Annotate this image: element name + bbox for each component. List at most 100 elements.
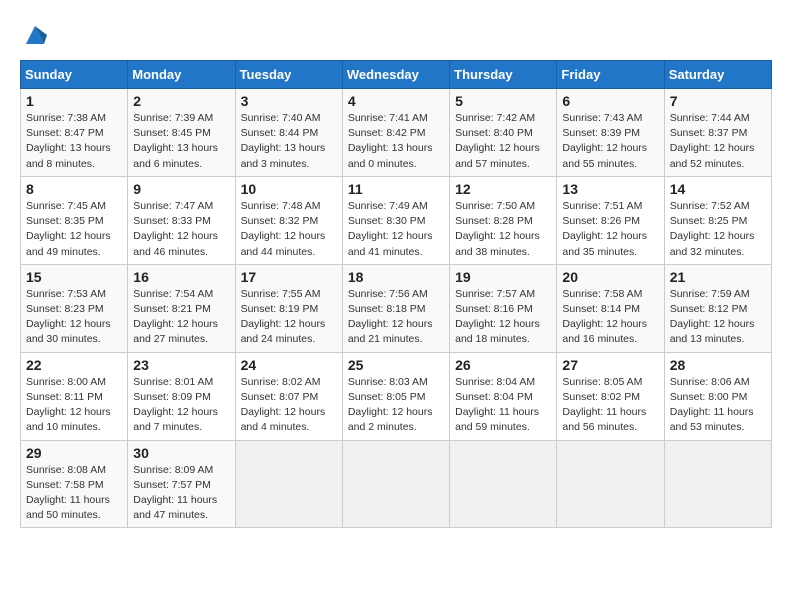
calendar-day: 13 Sunrise: 7:51 AMSunset: 8:26 PMDayligh…	[557, 176, 664, 264]
calendar-day: 27 Sunrise: 8:05 AMSunset: 8:02 PMDayligh…	[557, 352, 664, 440]
day-detail: Sunrise: 7:51 AMSunset: 8:26 PMDaylight:…	[562, 199, 658, 260]
calendar-day: 18 Sunrise: 7:56 AMSunset: 8:18 PMDayligh…	[342, 264, 449, 352]
day-detail: Sunrise: 7:58 AMSunset: 8:14 PMDaylight:…	[562, 287, 658, 348]
day-detail: Sunrise: 7:42 AMSunset: 8:40 PMDaylight:…	[455, 111, 551, 172]
day-number: 9	[133, 181, 229, 197]
empty-cell	[342, 440, 449, 528]
day-number: 14	[670, 181, 766, 197]
day-detail: Sunrise: 8:09 AMSunset: 7:57 PMDaylight:…	[133, 463, 229, 524]
calendar-day: 29Sunrise: 8:08 AMSunset: 7:58 PMDayligh…	[21, 440, 128, 528]
calendar-day: 23Sunrise: 8:01 AMSunset: 8:09 PMDayligh…	[128, 352, 235, 440]
day-detail: Sunrise: 8:02 AMSunset: 8:07 PMDaylight:…	[241, 375, 337, 436]
day-detail: Sunrise: 7:53 AMSunset: 8:23 PMDaylight:…	[26, 287, 122, 348]
calendar-week-row: 8 Sunrise: 7:45 AMSunset: 8:35 PMDaylight…	[21, 176, 772, 264]
day-detail: Sunrise: 7:48 AMSunset: 8:32 PMDaylight:…	[241, 199, 337, 260]
day-number: 3	[241, 93, 337, 109]
day-detail: Sunrise: 7:56 AMSunset: 8:18 PMDaylight:…	[348, 287, 444, 348]
empty-cell	[664, 440, 771, 528]
day-detail: Sunrise: 7:38 AMSunset: 8:47 PMDaylight:…	[26, 111, 122, 172]
day-number: 10	[241, 181, 337, 197]
col-header-saturday: Saturday	[664, 61, 771, 89]
col-header-monday: Monday	[128, 61, 235, 89]
day-detail: Sunrise: 7:40 AMSunset: 8:44 PMDaylight:…	[241, 111, 337, 172]
day-number: 5	[455, 93, 551, 109]
calendar-day: 14 Sunrise: 7:52 AMSunset: 8:25 PMDayligh…	[664, 176, 771, 264]
calendar-header-row: SundayMondayTuesdayWednesdayThursdayFrid…	[21, 61, 772, 89]
calendar-day: 30 Sunrise: 8:09 AMSunset: 7:57 PMDayligh…	[128, 440, 235, 528]
day-detail: Sunrise: 8:00 AMSunset: 8:11 PMDaylight:…	[26, 375, 122, 436]
calendar-day: 11 Sunrise: 7:49 AMSunset: 8:30 PMDayligh…	[342, 176, 449, 264]
logo	[20, 20, 54, 50]
day-number: 28	[670, 357, 766, 373]
calendar-day: 20Sunrise: 7:58 AMSunset: 8:14 PMDayligh…	[557, 264, 664, 352]
day-number: 17	[241, 269, 337, 285]
day-number: 13	[562, 181, 658, 197]
calendar-day: 5 Sunrise: 7:42 AMSunset: 8:40 PMDaylight…	[450, 89, 557, 177]
day-number: 15	[26, 269, 122, 285]
day-number: 8	[26, 181, 122, 197]
day-detail: Sunrise: 7:59 AMSunset: 8:12 PMDaylight:…	[670, 287, 766, 348]
calendar-day: 9 Sunrise: 7:47 AMSunset: 8:33 PMDaylight…	[128, 176, 235, 264]
day-number: 25	[348, 357, 444, 373]
day-number: 19	[455, 269, 551, 285]
day-detail: Sunrise: 7:41 AMSunset: 8:42 PMDaylight:…	[348, 111, 444, 172]
day-number: 27	[562, 357, 658, 373]
day-number: 11	[348, 181, 444, 197]
calendar-day: 3 Sunrise: 7:40 AMSunset: 8:44 PMDaylight…	[235, 89, 342, 177]
calendar-week-row: 29Sunrise: 8:08 AMSunset: 7:58 PMDayligh…	[21, 440, 772, 528]
calendar-week-row: 22Sunrise: 8:00 AMSunset: 8:11 PMDayligh…	[21, 352, 772, 440]
day-detail: Sunrise: 7:45 AMSunset: 8:35 PMDaylight:…	[26, 199, 122, 260]
calendar-week-row: 1 Sunrise: 7:38 AMSunset: 8:47 PMDaylight…	[21, 89, 772, 177]
calendar-day: 17 Sunrise: 7:55 AMSunset: 8:19 PMDayligh…	[235, 264, 342, 352]
calendar-day: 21Sunrise: 7:59 AMSunset: 8:12 PMDayligh…	[664, 264, 771, 352]
day-detail: Sunrise: 7:55 AMSunset: 8:19 PMDaylight:…	[241, 287, 337, 348]
day-number: 24	[241, 357, 337, 373]
empty-cell	[450, 440, 557, 528]
day-number: 2	[133, 93, 229, 109]
day-detail: Sunrise: 7:57 AMSunset: 8:16 PMDaylight:…	[455, 287, 551, 348]
calendar-day: 2 Sunrise: 7:39 AMSunset: 8:45 PMDaylight…	[128, 89, 235, 177]
day-detail: Sunrise: 8:06 AMSunset: 8:00 PMDaylight:…	[670, 375, 766, 436]
day-detail: Sunrise: 7:47 AMSunset: 8:33 PMDaylight:…	[133, 199, 229, 260]
calendar-week-row: 15 Sunrise: 7:53 AMSunset: 8:23 PMDayligh…	[21, 264, 772, 352]
calendar-day: 19 Sunrise: 7:57 AMSunset: 8:16 PMDayligh…	[450, 264, 557, 352]
day-detail: Sunrise: 7:49 AMSunset: 8:30 PMDaylight:…	[348, 199, 444, 260]
calendar-day: 12Sunrise: 7:50 AMSunset: 8:28 PMDayligh…	[450, 176, 557, 264]
day-detail: Sunrise: 8:04 AMSunset: 8:04 PMDaylight:…	[455, 375, 551, 436]
day-number: 1	[26, 93, 122, 109]
day-detail: Sunrise: 7:54 AMSunset: 8:21 PMDaylight:…	[133, 287, 229, 348]
empty-cell	[557, 440, 664, 528]
col-header-tuesday: Tuesday	[235, 61, 342, 89]
calendar-day: 4 Sunrise: 7:41 AMSunset: 8:42 PMDaylight…	[342, 89, 449, 177]
col-header-friday: Friday	[557, 61, 664, 89]
calendar-day: 8 Sunrise: 7:45 AMSunset: 8:35 PMDaylight…	[21, 176, 128, 264]
day-detail: Sunrise: 8:05 AMSunset: 8:02 PMDaylight:…	[562, 375, 658, 436]
calendar-day: 6Sunrise: 7:43 AMSunset: 8:39 PMDaylight…	[557, 89, 664, 177]
calendar-table: SundayMondayTuesdayWednesdayThursdayFrid…	[20, 60, 772, 528]
day-number: 30	[133, 445, 229, 461]
day-detail: Sunrise: 7:52 AMSunset: 8:25 PMDaylight:…	[670, 199, 766, 260]
day-number: 7	[670, 93, 766, 109]
col-header-wednesday: Wednesday	[342, 61, 449, 89]
day-detail: Sunrise: 7:44 AMSunset: 8:37 PMDaylight:…	[670, 111, 766, 172]
day-number: 18	[348, 269, 444, 285]
calendar-day: 10 Sunrise: 7:48 AMSunset: 8:32 PMDayligh…	[235, 176, 342, 264]
calendar-day: 28 Sunrise: 8:06 AMSunset: 8:00 PMDayligh…	[664, 352, 771, 440]
day-number: 6	[562, 93, 658, 109]
day-detail: Sunrise: 8:03 AMSunset: 8:05 PMDaylight:…	[348, 375, 444, 436]
col-header-sunday: Sunday	[21, 61, 128, 89]
day-number: 4	[348, 93, 444, 109]
day-number: 29	[26, 445, 122, 461]
day-number: 26	[455, 357, 551, 373]
logo-icon	[20, 20, 50, 50]
calendar-day: 22Sunrise: 8:00 AMSunset: 8:11 PMDayligh…	[21, 352, 128, 440]
calendar-day: 15 Sunrise: 7:53 AMSunset: 8:23 PMDayligh…	[21, 264, 128, 352]
calendar-day: 24 Sunrise: 8:02 AMSunset: 8:07 PMDayligh…	[235, 352, 342, 440]
col-header-thursday: Thursday	[450, 61, 557, 89]
empty-cell	[235, 440, 342, 528]
day-number: 16	[133, 269, 229, 285]
day-detail: Sunrise: 7:39 AMSunset: 8:45 PMDaylight:…	[133, 111, 229, 172]
calendar-day: 25 Sunrise: 8:03 AMSunset: 8:05 PMDayligh…	[342, 352, 449, 440]
day-detail: Sunrise: 7:50 AMSunset: 8:28 PMDaylight:…	[455, 199, 551, 260]
day-detail: Sunrise: 8:01 AMSunset: 8:09 PMDaylight:…	[133, 375, 229, 436]
